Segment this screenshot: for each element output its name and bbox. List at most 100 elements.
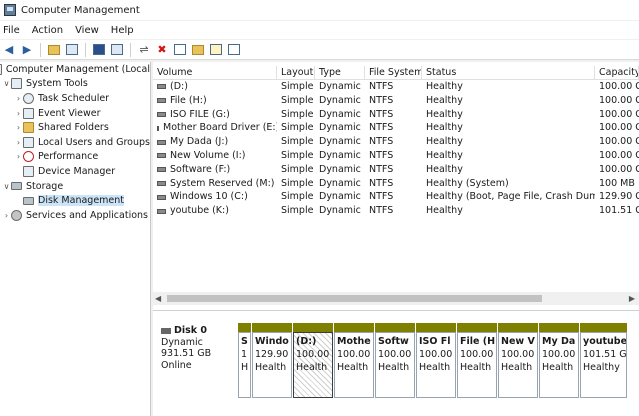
tree-item-disk-management[interactable]: Disk Management	[0, 193, 150, 208]
show-hide-tree-icon[interactable]	[65, 43, 79, 57]
search-icon[interactable]	[209, 43, 223, 57]
cell-status: Healthy (Boot, Page File, Crash Dump)	[426, 191, 595, 203]
tree-item-local-users[interactable]: › Local Users and Groups	[0, 135, 150, 150]
partition-block[interactable]: Windo 129.90 Health	[252, 323, 293, 398]
list-icon[interactable]	[227, 43, 241, 57]
tree-item-shared-folders[interactable]: › Shared Folders	[0, 120, 150, 135]
volume-icon	[157, 167, 166, 173]
chevron-right-icon[interactable]: ›	[14, 152, 23, 161]
forward-icon[interactable]: ▶	[20, 43, 34, 57]
table-row[interactable]: (D:) Simple Dynamic NTFS Healthy 100.00 G	[153, 80, 639, 94]
chevron-right-icon[interactable]: ›	[14, 109, 23, 118]
partition-name: S	[241, 336, 248, 347]
up-folder-icon[interactable]	[47, 43, 61, 57]
partition-block[interactable]: Softw 100.00 Health	[375, 323, 416, 398]
cell-file-system: NTFS	[369, 94, 394, 106]
column-header-status[interactable]: Status	[422, 66, 595, 79]
column-header-layout[interactable]: Layout	[277, 66, 315, 79]
device-manager-icon	[23, 165, 34, 177]
partition-size: 100.00	[296, 349, 330, 360]
cell-capacity: 100.00 G	[599, 108, 639, 120]
table-row[interactable]: Software (F:) Simple Dynamic NTFS Healthy 100…	[153, 163, 639, 177]
partition-block[interactable]: New V 100.00 Health	[498, 323, 539, 398]
scroll-thumb[interactable]	[167, 295, 542, 302]
tree-item-services[interactable]: › Services and Applications	[0, 208, 150, 223]
tree-item-device-manager[interactable]: Device Manager	[0, 164, 150, 179]
tree-item-root[interactable]: Computer Management (Local	[0, 62, 150, 77]
scroll-left-icon[interactable]: ◀	[155, 294, 161, 303]
partition-block[interactable]: ISO Fl 100.00 Health	[416, 323, 457, 398]
cell-file-system: NTFS	[369, 108, 394, 120]
disk-info[interactable]: Disk 0 Dynamic 931.51 GB Online	[161, 325, 241, 371]
menu-file[interactable]: File	[0, 25, 26, 36]
cell-file-system: NTFS	[369, 205, 394, 217]
cell-capacity: 100.00 G	[599, 163, 639, 175]
tree-item-event-viewer[interactable]: › Event Viewer	[0, 106, 150, 121]
properties-icon[interactable]	[173, 43, 187, 57]
partition-status: Health	[501, 362, 533, 373]
menu-action[interactable]: Action	[26, 25, 69, 36]
menu-view[interactable]: View	[69, 25, 105, 36]
partition-block[interactable]: S 1 H	[238, 323, 252, 398]
cell-capacity: 100.00 G	[599, 136, 639, 148]
table-row[interactable]: System Reserved (M:) Simple Dynamic NTFS Hea…	[153, 177, 639, 191]
cell-type: Dynamic	[319, 108, 361, 120]
tree-item-performance[interactable]: › Performance	[0, 150, 150, 165]
folder-icon[interactable]	[191, 43, 205, 57]
chevron-right-icon[interactable]: ›	[14, 138, 23, 147]
table-row[interactable]: Windows 10 (C:) Simple Dynamic NTFS Healthy …	[153, 190, 639, 204]
column-header-file-system[interactable]: File System	[365, 66, 422, 79]
scroll-right-icon[interactable]: ▶	[629, 294, 635, 303]
chevron-right-icon[interactable]: ›	[2, 211, 11, 220]
connect-icon[interactable]: ⇌	[137, 43, 151, 57]
partition-body: S 1 H	[238, 332, 251, 398]
delete-icon[interactable]: ✖	[155, 43, 169, 57]
computer-management-icon	[4, 4, 16, 16]
tree-item-system-tools[interactable]: ∨ System Tools	[0, 77, 150, 92]
chevron-down-icon[interactable]: ∨	[2, 79, 11, 88]
table-row[interactable]: youtube (K:) Simple Dynamic NTFS Healthy 101.…	[153, 204, 639, 218]
table-row[interactable]: Mother Board Driver (E:) Simple Dynamic NTF…	[153, 121, 639, 135]
chevron-right-icon[interactable]: ›	[14, 94, 23, 103]
column-header-capacity[interactable]: Capacity	[595, 66, 639, 79]
cell-status: Healthy	[426, 205, 463, 217]
cell-status: Healthy	[426, 108, 463, 120]
tree-item-label: Task Scheduler	[38, 92, 110, 104]
cell-file-system: NTFS	[369, 136, 394, 148]
cell-capacity: 100.00 G	[599, 122, 639, 134]
partition-block[interactable]: Mothe 100.00 Health	[334, 323, 375, 398]
volume-icon	[157, 194, 166, 200]
chevron-right-icon[interactable]: ›	[14, 123, 23, 132]
column-header-type[interactable]: Type	[315, 66, 365, 79]
table-row[interactable]: ISO FILE (G:) Simple Dynamic NTFS Healthy 100…	[153, 108, 639, 122]
table-row[interactable]: My Dada (J:) Simple Dynamic NTFS Healthy 100.…	[153, 135, 639, 149]
properties-pane-icon[interactable]	[110, 43, 124, 57]
menu-help[interactable]: Help	[105, 25, 140, 36]
partition-type-bar	[238, 323, 251, 332]
table-body: (D:) Simple Dynamic NTFS Healthy 100.00 G File…	[153, 80, 639, 218]
partition-block[interactable]: File (H 100.00 Health	[457, 323, 498, 398]
cell-file-system: NTFS	[369, 122, 394, 134]
partition-size: 100.00	[337, 349, 371, 360]
back-icon[interactable]: ◀	[2, 43, 16, 57]
partition-type-bar	[457, 323, 497, 332]
chevron-down-icon[interactable]: ∨	[2, 182, 11, 191]
partition-block[interactable]: (D:) 100.00 Health	[293, 323, 334, 398]
computer-management-icon	[0, 63, 2, 75]
partition-type-bar	[416, 323, 456, 332]
column-header-volume[interactable]: Volume	[153, 66, 277, 79]
partition-block[interactable]: youtube 101.51 G Healthy	[580, 323, 628, 398]
partition-status: Health	[255, 362, 287, 373]
horizontal-scrollbar[interactable]: ◀ ▶	[153, 292, 639, 305]
partition-block[interactable]: My Da 100.00 Health	[539, 323, 580, 398]
tree-item-storage[interactable]: ∨ Storage	[0, 179, 150, 194]
help-icon[interactable]	[92, 43, 106, 57]
cell-file-system: NTFS	[369, 81, 394, 92]
tree-item-label: System Tools	[26, 78, 88, 90]
table-row[interactable]: File (H:) Simple Dynamic NTFS Healthy 100.00 …	[153, 94, 639, 108]
tree-item-task-scheduler[interactable]: › Task Scheduler	[0, 91, 150, 106]
table-row[interactable]: New Volume (I:) Simple Dynamic NTFS Healthy 1…	[153, 149, 639, 163]
cell-status: Healthy	[426, 136, 463, 148]
cell-type: Dynamic	[319, 122, 361, 134]
cell-status: Healthy	[426, 81, 463, 92]
